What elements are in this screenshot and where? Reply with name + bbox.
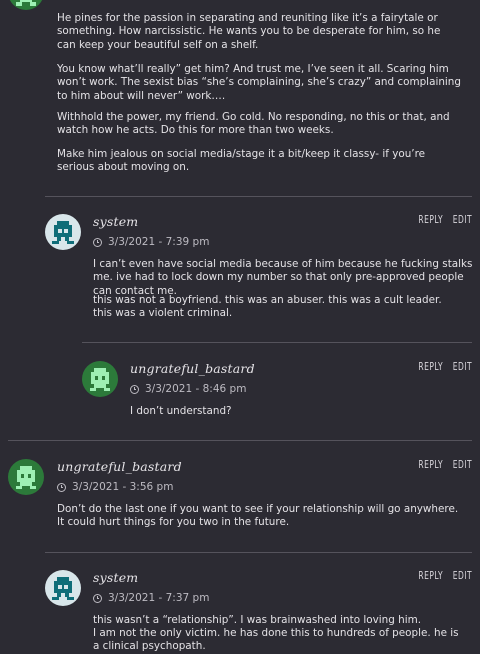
divider [45, 552, 472, 553]
comment-timestamp: 3/3/2021 - 7:39 pm [93, 236, 209, 248]
clock-icon [57, 482, 66, 492]
divider [45, 196, 472, 197]
post-paragraph: Withhold the power, my friend. Go cold. … [57, 111, 450, 137]
comment-actions: REPLY EDIT [418, 361, 472, 373]
comment-paragraph: Don’t do the last one if you want to see… [57, 503, 459, 529]
comment-date: 3/3/2021 - 8:46 pm [145, 383, 247, 395]
comment-actions: REPLY EDIT [418, 570, 472, 582]
comment-date: 3/3/2021 - 3:56 pm [72, 481, 174, 493]
reply-button[interactable]: REPLY [418, 570, 443, 582]
comment-author[interactable]: ungrateful_bastard [57, 459, 182, 474]
reply-button[interactable]: REPLY [418, 459, 443, 471]
comment-timestamp: 3/3/2021 - 8:46 pm [130, 383, 246, 395]
divider [8, 440, 472, 441]
comment-date: 3/3/2021 - 7:37 pm [108, 592, 210, 604]
avatar [8, 0, 44, 10]
clock-icon [93, 593, 102, 603]
avatar[interactable] [45, 214, 81, 250]
clock-icon [130, 384, 139, 394]
comment-actions: REPLY EDIT [418, 459, 472, 471]
comment-timestamp: 3/3/2021 - 3:56 pm [57, 481, 173, 493]
comment-paragraph: this was not a boyfriend. this was an ab… [93, 294, 442, 320]
comment-timestamp: 3/3/2021 - 7:37 pm [93, 592, 209, 604]
comment-author[interactable]: ungrateful_bastard [130, 361, 255, 376]
clock-icon [93, 237, 102, 247]
comment-author[interactable]: system [93, 570, 138, 585]
comment-paragraph: this wasn’t a “relationship”. I was brai… [93, 614, 422, 626]
comment-actions: REPLY EDIT [418, 214, 472, 226]
post-paragraph: You know what’ll really” get him? And tr… [57, 63, 461, 102]
reply-button[interactable]: REPLY [418, 361, 443, 373]
avatar[interactable] [45, 570, 81, 606]
avatar[interactable] [82, 361, 118, 397]
edit-button[interactable]: EDIT [453, 459, 472, 471]
edit-button[interactable]: EDIT [453, 361, 472, 373]
avatar[interactable] [8, 459, 44, 495]
post-paragraph: He pines for the passion in separating a… [57, 12, 441, 51]
edit-button[interactable]: EDIT [453, 214, 472, 226]
comment-paragraph: I don’t understand? [130, 405, 232, 417]
post-paragraph: Make him jealous on social media/stage i… [57, 148, 426, 174]
comment-author[interactable]: system [93, 214, 138, 229]
comment-date: 3/3/2021 - 7:39 pm [108, 236, 210, 248]
comment-paragraph: I can’t even have social media because o… [93, 258, 473, 297]
edit-button[interactable]: EDIT [453, 570, 472, 582]
divider [82, 342, 472, 343]
reply-button[interactable]: REPLY [418, 214, 443, 226]
